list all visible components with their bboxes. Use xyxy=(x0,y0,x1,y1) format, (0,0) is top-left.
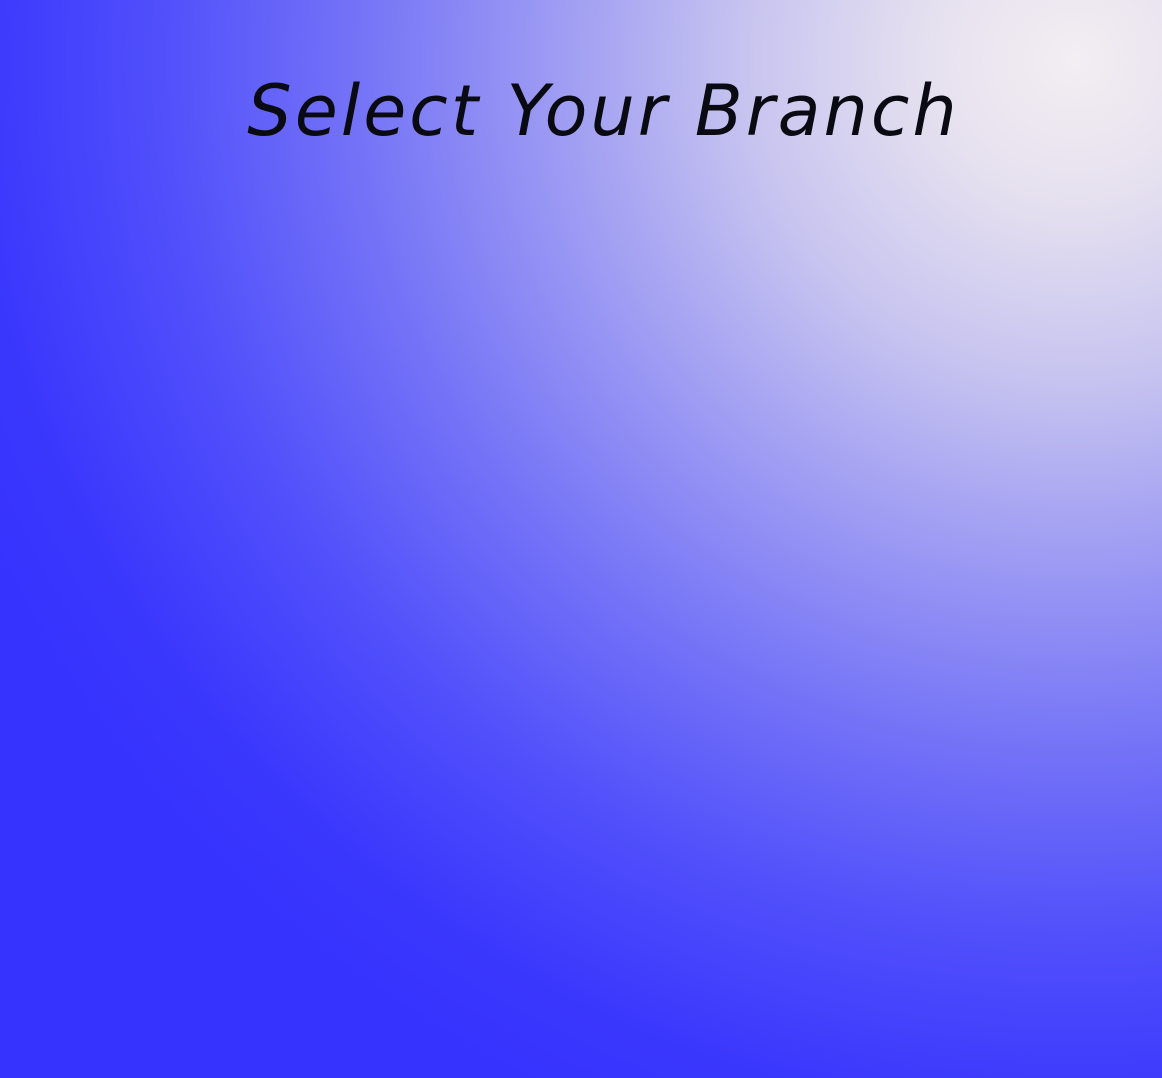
page-title: Select Your Branch xyxy=(247,70,960,152)
branch-selection-screen: Select Your Branch xyxy=(0,0,1162,1078)
